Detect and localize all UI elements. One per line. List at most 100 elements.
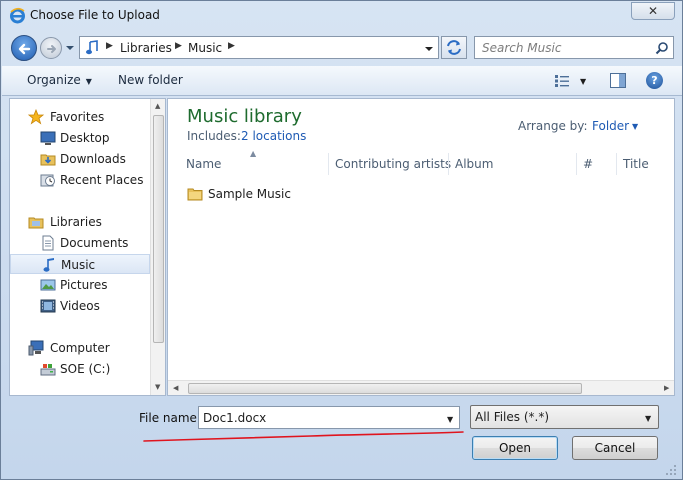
nav-item-recent-places[interactable]: Recent Places	[10, 170, 150, 190]
column-divider[interactable]	[328, 153, 329, 175]
nav-label: Videos	[60, 299, 100, 313]
nav-label: Documents	[60, 236, 129, 250]
nav-label: Favorites	[50, 110, 105, 124]
column-header-title[interactable]: Title	[623, 157, 649, 171]
file-name-value: Doc1.docx	[203, 411, 267, 425]
cancel-button[interactable]: Cancel	[572, 436, 658, 460]
documents-icon	[42, 235, 54, 251]
new-folder-button[interactable]: New folder	[118, 73, 183, 87]
breadcrumb-separator-icon[interactable]: ▶	[106, 41, 113, 51]
file-list-pane[interactable]: Music library Includes: 2 locations Arra…	[167, 98, 675, 396]
breadcrumb-separator-icon[interactable]: ▶	[228, 41, 235, 51]
nav-item-libraries[interactable]: Libraries	[10, 212, 150, 232]
refresh-icon	[447, 40, 461, 55]
horizontal-scrollbar[interactable]: ◀ ▶	[168, 380, 674, 395]
column-header-album[interactable]: Album	[455, 157, 493, 171]
red-underline-annotation	[143, 431, 464, 442]
nav-item-computer[interactable]: Computer	[10, 338, 150, 358]
chevron-down-icon[interactable]: ▼	[447, 415, 453, 424]
libraries-icon	[28, 217, 44, 229]
chevron-down-icon: ▼	[645, 414, 652, 423]
open-button[interactable]: Open	[472, 436, 558, 460]
pictures-icon	[40, 279, 56, 291]
scroll-down-icon[interactable]: ▼	[155, 383, 160, 391]
nav-item-pictures[interactable]: Pictures	[10, 275, 150, 295]
change-view-icon[interactable]	[554, 74, 570, 88]
chevron-down-icon: ▼	[85, 77, 92, 86]
nav-label: Pictures	[60, 278, 108, 292]
nav-item-drive-c[interactable]: SOE (C:)	[10, 359, 150, 379]
title-bar: Choose File to Upload ✕	[1, 1, 682, 31]
breadcrumb-libraries[interactable]: Libraries	[120, 41, 172, 55]
history-dropdown-icon[interactable]	[65, 43, 75, 53]
breadcrumb-music[interactable]: Music	[188, 41, 222, 55]
nav-item-documents[interactable]: Documents	[10, 233, 150, 253]
help-icon[interactable]: ?	[646, 72, 663, 89]
scroll-right-icon[interactable]: ▶	[664, 384, 669, 392]
back-button[interactable]	[11, 35, 37, 61]
library-title: Music library	[187, 106, 302, 127]
videos-icon	[40, 299, 56, 313]
library-includes-label: Includes:	[187, 129, 241, 143]
view-options-dropdown-icon[interactable]: ▼	[580, 77, 586, 86]
navigation-pane[interactable]: Favorites Desktop Downloads Recent Place…	[9, 98, 166, 396]
library-locations-link[interactable]: 2 locations	[241, 129, 306, 143]
file-name-label: File name:	[139, 411, 201, 425]
preview-pane-icon[interactable]	[610, 73, 626, 88]
nav-label: Desktop	[60, 131, 110, 145]
breadcrumb-separator-icon[interactable]: ▶	[175, 41, 182, 51]
nav-label: Downloads	[60, 152, 126, 166]
nav-label: Music	[61, 258, 96, 272]
column-header-contributing-artists[interactable]: Contributing artists	[335, 157, 451, 171]
nav-item-music[interactable]: Music	[10, 254, 150, 274]
nav-label: Computer	[50, 341, 110, 355]
music-note-icon	[43, 258, 54, 272]
arrange-by-label: Arrange by:	[518, 119, 588, 133]
folder-icon	[187, 188, 203, 201]
address-dropdown-icon[interactable]	[424, 44, 434, 54]
resize-grip-icon[interactable]	[665, 464, 677, 476]
nav-label: Libraries	[50, 215, 102, 229]
scroll-left-icon[interactable]: ◀	[173, 384, 178, 392]
file-type-select[interactable]: All Files (*.*) ▼	[470, 405, 659, 429]
file-upload-dialog: Choose File to Upload ✕ ▶ Libraries ▶ Mu…	[0, 0, 683, 480]
address-bar[interactable]: ▶ Libraries ▶ Music ▶	[79, 36, 439, 59]
desktop-icon	[40, 131, 56, 145]
internet-explorer-icon	[10, 7, 25, 24]
forward-arrow-icon	[47, 45, 56, 53]
column-divider[interactable]	[576, 153, 577, 175]
file-name-input[interactable]: Doc1.docx ▼	[198, 406, 460, 429]
scroll-up-icon[interactable]: ▲	[155, 102, 160, 110]
search-icon[interactable]	[655, 41, 669, 55]
recent-places-icon	[40, 174, 55, 187]
column-header-name[interactable]: Name	[186, 157, 221, 171]
nav-vertical-scrollbar[interactable]: ▲ ▼	[150, 99, 165, 395]
file-type-value: All Files (*.*)	[475, 410, 550, 424]
scrollbar-thumb[interactable]	[153, 115, 164, 343]
column-divider[interactable]	[448, 153, 449, 175]
forward-button[interactable]	[40, 37, 62, 59]
downloads-folder-icon	[40, 154, 56, 166]
drive-icon	[40, 364, 56, 376]
nav-label: Recent Places	[60, 173, 144, 187]
sort-ascending-icon: ▲	[250, 149, 257, 158]
search-input[interactable]: Search Music	[474, 36, 674, 59]
command-toolbar: Organize ▼ New folder ▼ ?	[2, 66, 682, 96]
refresh-button[interactable]	[441, 36, 467, 59]
window-title: Choose File to Upload	[30, 8, 160, 22]
scrollbar-thumb[interactable]	[188, 383, 582, 394]
nav-item-downloads[interactable]: Downloads	[10, 149, 150, 169]
nav-item-desktop[interactable]: Desktop	[10, 128, 150, 148]
nav-item-favorites[interactable]: Favorites	[10, 107, 150, 127]
column-divider[interactable]	[616, 153, 617, 175]
nav-item-videos[interactable]: Videos	[10, 296, 150, 316]
chevron-down-icon[interactable]: ▼	[632, 122, 638, 131]
arrange-by-dropdown[interactable]: Folder	[592, 119, 629, 133]
back-arrow-icon	[18, 43, 31, 55]
column-header-number[interactable]: #	[583, 157, 593, 171]
computer-icon	[28, 340, 44, 356]
close-button[interactable]: ✕	[631, 2, 675, 20]
organize-button[interactable]: Organize ▼	[27, 73, 92, 87]
file-name: Sample Music	[208, 187, 291, 201]
organize-label: Organize	[27, 73, 81, 87]
